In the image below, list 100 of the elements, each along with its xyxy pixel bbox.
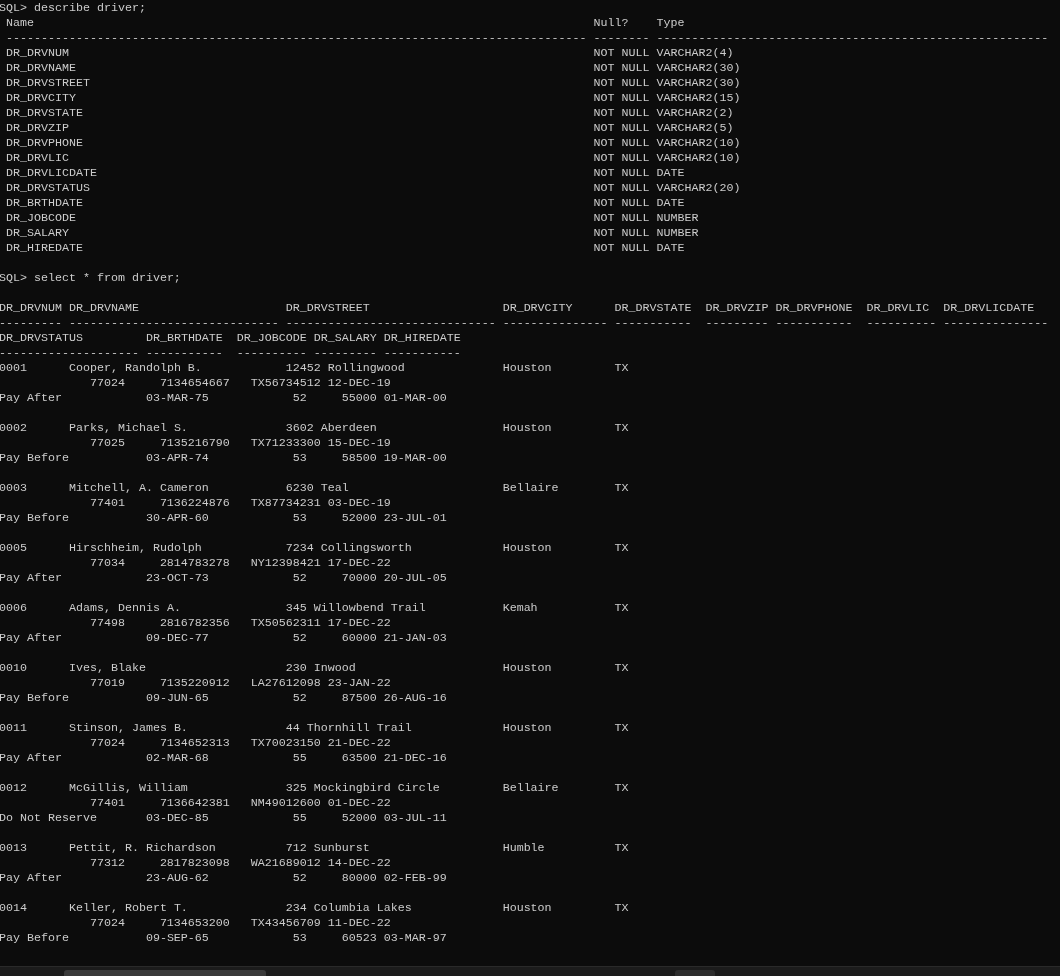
table-cell-text: 87500 [340, 690, 377, 706]
table-cell: 77498 [89, 615, 125, 631]
table-cell: 77034 [89, 555, 125, 571]
table-cell: VARCHAR2(4) [656, 45, 734, 61]
table-cell: DATE [656, 195, 685, 211]
table-cell: DR_DRVNAME [6, 60, 76, 76]
table-cell: TX [614, 600, 629, 616]
table-cell: 03-APR-74 [145, 450, 209, 466]
column-header: DR_DRVPHONE [775, 300, 853, 316]
column-header: Null? [593, 15, 629, 31]
table-cell: NM49012600 [250, 795, 321, 811]
table-cell: 03-MAR-97 [383, 930, 447, 946]
table-cell: TX [614, 540, 629, 556]
table-cell: 77312 [89, 855, 125, 871]
table-cell: LA27612098 [250, 675, 321, 691]
table-cell: 23-AUG-62 [145, 870, 209, 886]
table-cell: 01-DEC-22 [327, 795, 391, 811]
table-cell: NOT NULL [593, 75, 650, 91]
table-cell: 0014 [0, 900, 27, 916]
table-cell: 30-APR-60 [145, 510, 209, 526]
table-cell: 7134654667 [159, 375, 230, 391]
table-cell: 17-DEC-22 [327, 555, 391, 571]
table-cell: Pay Before [0, 450, 69, 466]
table-cell: DR_DRVPHONE [6, 135, 83, 151]
table-cell: DR_DRVSTATUS [6, 180, 90, 196]
header-rule: ----------- [383, 345, 461, 361]
table-cell: 77401 [89, 795, 125, 811]
column-header: DR_SALARY [313, 330, 377, 346]
table-cell: 11-DEC-22 [327, 915, 391, 931]
table-cell-text: 55000 [340, 390, 377, 406]
table-cell: 03-MAR-75 [145, 390, 209, 406]
table-cell: 20-JUL-05 [383, 570, 447, 586]
column-header: Type [656, 15, 685, 31]
table-cell-text: 55 [291, 810, 307, 826]
table-cell: DATE [656, 165, 685, 181]
table-cell: DR_DRVLIC [6, 150, 69, 166]
table-cell: DR_DRVCITY [6, 90, 76, 106]
table-cell: 14-DEC-22 [327, 855, 391, 871]
table-cell: 19-MAR-00 [383, 450, 447, 466]
table-cell: Pay Before [0, 510, 69, 526]
table-cell: TX [614, 720, 629, 736]
table-cell-text: 80000 [340, 870, 377, 886]
table-cell: VARCHAR2(2) [656, 105, 734, 121]
table-cell: DR_DRVSTATE [6, 105, 83, 121]
table-cell-text: 52 [291, 570, 307, 586]
table-cell: NOT NULL [593, 120, 650, 136]
table-cell: Houston [502, 360, 552, 376]
table-cell: Do Not Reserve [0, 810, 97, 826]
table-cell: 0001 [0, 360, 27, 376]
column-header: DR_DRVSTATE [614, 300, 692, 316]
table-cell: 0012 [0, 780, 27, 796]
header-rule: --------- [313, 345, 377, 361]
table-cell: 21-DEC-22 [327, 735, 391, 751]
command-line: SQL> select * from driver; [0, 270, 181, 286]
table-cell: 12452 Rollingwood [285, 360, 405, 376]
table-cell: DATE [656, 240, 685, 256]
header-rule: --------- [0, 315, 62, 331]
table-cell: 7135216790 [159, 435, 230, 451]
table-cell: McGillis, William [68, 780, 188, 796]
table-cell-text: 52 [291, 390, 307, 406]
table-cell: DR_DRVZIP [6, 120, 69, 136]
table-cell: Bellaire [502, 780, 559, 796]
table-cell: 09-DEC-77 [145, 630, 209, 646]
table-cell: VARCHAR2(30) [656, 75, 741, 91]
table-cell: TX70023150 [250, 735, 321, 751]
table-cell: Pay Before [0, 930, 69, 946]
scrollbar-thumb[interactable] [64, 970, 266, 976]
column-header: DR_JOBCODE [236, 330, 307, 346]
table-cell: Pay Before [0, 690, 69, 706]
table-cell: 23-OCT-73 [145, 570, 209, 586]
table-cell: Mitchell, A. Cameron [68, 480, 209, 496]
table-cell-text: 53 [291, 450, 307, 466]
table-cell: 21-DEC-16 [383, 750, 447, 766]
table-cell: 02-FEB-99 [383, 870, 447, 886]
table-cell: NY12398421 [250, 555, 321, 571]
table-cell: 234 Columbia Lakes [285, 900, 412, 916]
table-cell: Adams, Dennis A. [68, 600, 181, 616]
table-cell: 7134653200 [159, 915, 230, 931]
table-cell: NOT NULL [593, 90, 650, 106]
table-cell: 0011 [0, 720, 27, 736]
table-cell: TX [614, 900, 629, 916]
table-cell: NOT NULL [593, 180, 650, 196]
command-line: SQL> describe driver; [0, 0, 146, 16]
table-cell-text: 52 [291, 870, 307, 886]
table-cell: TX87734231 [250, 495, 321, 511]
column-header: DR_DRVZIP [705, 300, 769, 316]
table-cell: DR_JOBCODE [6, 210, 76, 226]
table-cell: NOT NULL [593, 165, 650, 181]
table-cell: Pay After [0, 750, 62, 766]
header-rule: --------------- [502, 315, 608, 331]
table-cell: 77025 [89, 435, 125, 451]
table-cell: NOT NULL [593, 210, 650, 226]
table-cell: Pay After [0, 630, 62, 646]
table-cell-text: 52000 [340, 510, 377, 526]
table-cell: 2817823098 [159, 855, 230, 871]
header-rule: ----------- [614, 315, 692, 331]
table-cell: Stinson, James B. [68, 720, 188, 736]
table-cell: NOT NULL [593, 105, 650, 121]
table-cell: 0002 [0, 420, 27, 436]
table-cell: Hirschheim, Rudolph [68, 540, 202, 556]
